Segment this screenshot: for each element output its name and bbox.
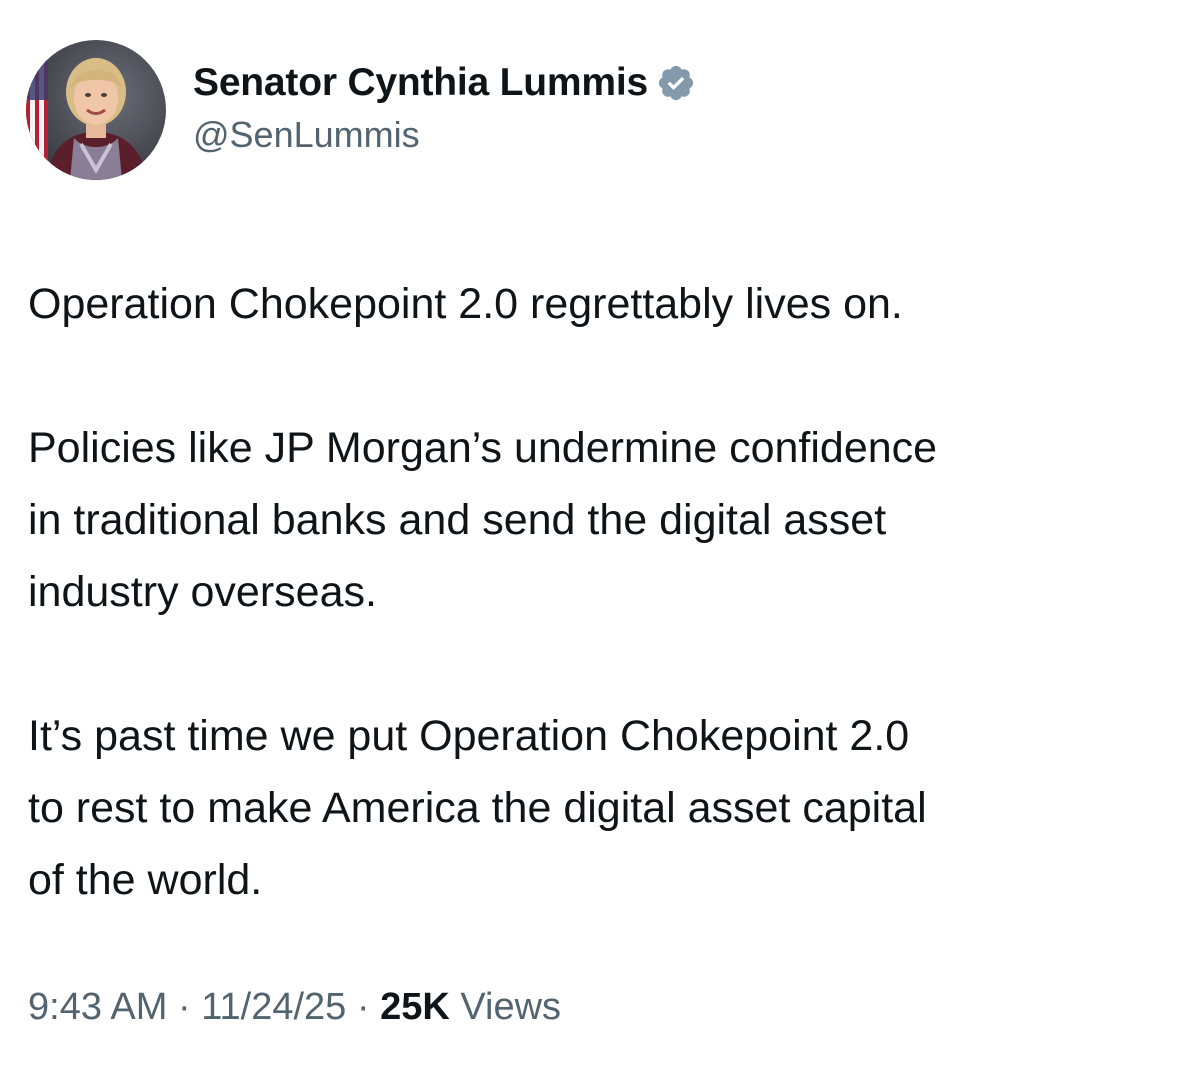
tweet-paragraph: It’s past time we put Operation Chokepoi…: [28, 712, 927, 904]
views-count[interactable]: 25K: [380, 986, 450, 1028]
handle[interactable]: @SenLummis: [193, 114, 696, 156]
name-row: Senator Cynthia Lummis: [193, 56, 696, 110]
tweet-card: Senator Cynthia Lummis @SenLummis Operat…: [0, 0, 1200, 1077]
meta-separator: ·: [167, 986, 202, 1028]
views-label: Views: [449, 986, 562, 1028]
tweet-paragraph: Policies like JP Morgan’s undermine conf…: [28, 424, 938, 616]
tweet-paragraph: Operation Chokepoint 2.0 regrettably liv…: [28, 280, 903, 328]
tweet-meta: 9:43 AM · 11/24/25 · 25K Views: [28, 986, 561, 1029]
avatar-photo: [26, 40, 166, 180]
verified-badge-icon: [656, 63, 696, 103]
tweet-body: Operation Chokepoint 2.0 regrettably liv…: [28, 268, 1178, 916]
tweet-date[interactable]: 11/24/25: [201, 986, 346, 1028]
tweet-time[interactable]: 9:43 AM: [28, 986, 167, 1028]
display-name[interactable]: Senator Cynthia Lummis: [193, 61, 648, 105]
avatar[interactable]: [26, 40, 166, 180]
meta-separator: ·: [346, 986, 381, 1028]
author-header: Senator Cynthia Lummis @SenLummis: [193, 56, 696, 156]
